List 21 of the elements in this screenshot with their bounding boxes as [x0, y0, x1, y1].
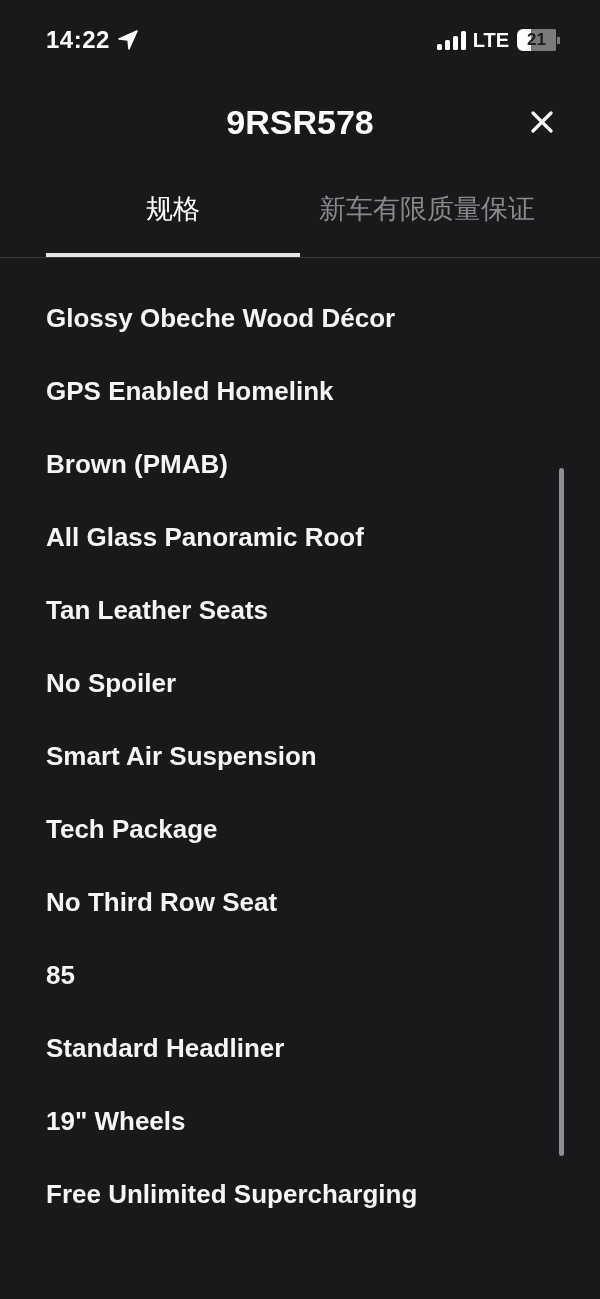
- spec-item: All Glass Panoramic Roof: [46, 522, 364, 553]
- spec-item: No Third Row Seat: [46, 887, 278, 918]
- tab[interactable]: 新车有限质量保证: [300, 164, 554, 257]
- spec-item: Tan Leather Seats: [46, 595, 269, 626]
- page-title: 9RSR578: [226, 102, 374, 142]
- spec-item: Glossy Obeche Wood Décor: [46, 303, 396, 334]
- spec-item: No Spoiler: [46, 668, 176, 699]
- spec-item: 19" Wheels: [46, 1106, 186, 1137]
- spec-item: Free Unlimited Supercharging: [46, 1179, 418, 1210]
- signal-bars-icon: [436, 30, 467, 50]
- tab[interactable]: 规格: [46, 164, 300, 257]
- location-arrow-icon: [117, 30, 138, 50]
- spec-item: 85: [46, 960, 75, 991]
- status-time: 14:22: [46, 26, 110, 54]
- spec-item: Smart Air Suspension: [46, 741, 317, 772]
- close-icon[interactable]: [531, 111, 553, 133]
- spec-item: GPS Enabled Homelink: [46, 376, 334, 407]
- spec-item: Tech Package: [46, 814, 218, 845]
- network-type: LTE: [472, 28, 509, 52]
- spec-item: Brown (PMAB): [46, 449, 228, 480]
- spec-item: Standard Headliner: [46, 1033, 285, 1064]
